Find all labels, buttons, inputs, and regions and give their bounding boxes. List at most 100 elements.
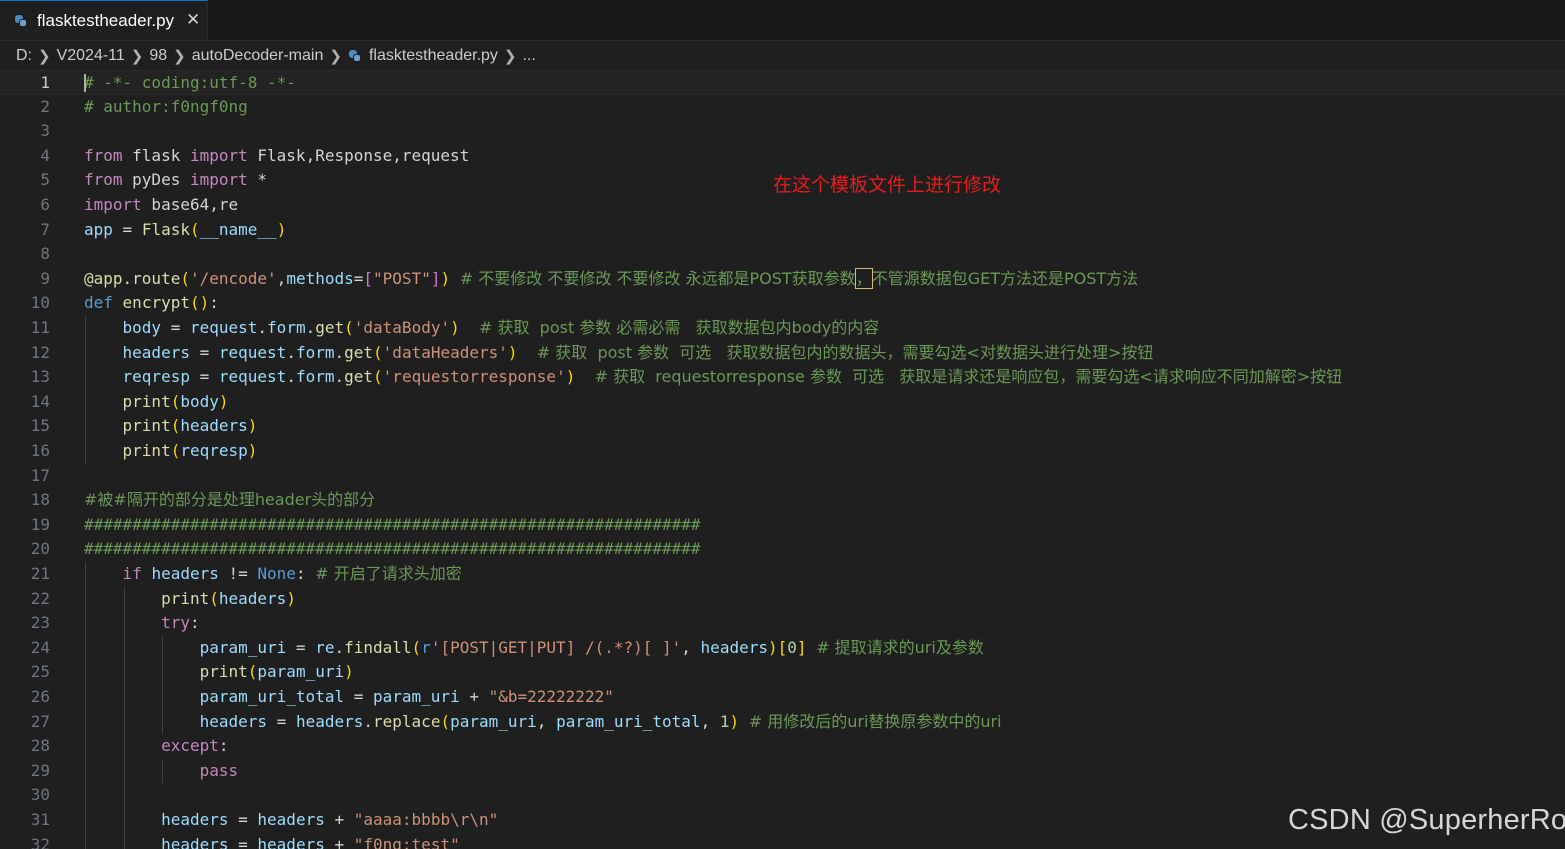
code-line[interactable]: 17 [0,464,1565,489]
code-line[interactable]: 21 if headers != None: # 开启了请求头加密 [0,562,1565,587]
code-token: ( [180,268,190,288]
code-token: : [209,293,219,313]
breadcrumb-item-drive[interactable]: D: [16,47,32,65]
breadcrumb-item-folder[interactable]: 98 [149,47,167,65]
code-token: from [84,145,123,165]
code-text: from flask import Flask,Response,request [84,144,469,169]
code-token: 不管源数据包GET方法还是POST方法 [871,268,1139,288]
code-line[interactable]: 25 print(param_uri) [0,660,1565,685]
code-line[interactable]: 27 headers = headers.replace(param_uri, … [0,709,1565,735]
code-line[interactable]: 19 ######################################… [0,513,1565,538]
code-token: 'dataHeaders' [382,342,508,362]
breadcrumb-item-symbol[interactable]: ... [522,47,535,65]
code-token: param_uri [450,711,537,731]
code-line[interactable]: 18 #被#隔开的部分是处理header头的部分 [0,488,1565,513]
code-token: get [344,342,374,362]
code-text: reqresp = request.form.get('requestorres… [84,365,1343,390]
code-line[interactable]: 12 headers = request.form.get('dataHeade… [0,340,1565,366]
code-token: [ [777,637,788,657]
line-number: 6 [40,195,50,214]
code-line[interactable]: 14 print(body) [0,389,1565,415]
code-line[interactable]: 29 pass [0,758,1565,784]
breadcrumb-item-folder[interactable]: V2024-11 [57,47,125,65]
line-number: 2 [40,96,50,116]
code-line[interactable]: 9 @app.route('/encode',methods=["POST"]) … [0,267,1565,292]
code-token: encrypt [122,293,190,313]
code-token: form [267,318,306,337]
code-line[interactable]: 24 param_uri = re.findall(r'[POST|GET|PU… [0,635,1565,661]
code-token: # -*- coding:utf-8 -*- [84,73,296,92]
python-file-icon [14,14,28,28]
line-number: 32 [30,834,50,849]
code-token: , [681,637,701,657]
code-text: headers = headers.replace(param_uri, par… [84,710,1002,735]
code-token: . [334,637,345,657]
code-text: # author:f0ngf0ng [84,95,248,120]
breadcrumb-item-folder[interactable]: autoDecoder-main [192,47,324,65]
code-line[interactable]: 11 body = request.form.get('dataBody') #… [0,316,1565,341]
code-token: flask [122,145,190,165]
code-token: #被#隔开的部分是处理header头的部分 [84,490,376,510]
code-token: = [344,687,373,706]
code-token: # 获取 requestorresponse 参数 可选 获取是请求还是响应包，… [594,367,1343,387]
code-text: if headers != None: # 开启了请求头加密 [84,562,462,587]
code-line[interactable]: 13 reqresp = request.form.get('requestor… [0,365,1565,390]
code-token: import [189,170,248,190]
code-token: ) [440,268,451,288]
code-token: r [421,637,431,657]
code-text: # -*- coding:utf-8 -*- [84,71,296,96]
code-line[interactable]: 4 from flask import Flask,Response,reques… [0,144,1565,169]
code-token: = [161,318,190,337]
code-text: from pyDes import * [84,168,267,193]
code-token: "POST" [373,268,431,288]
code-text: headers = request.form.get('dataHeaders'… [84,341,1154,366]
chevron-right-icon: ❯ [130,48,144,65]
code-line[interactable]: 22 print(headers) [0,586,1565,612]
code-token: param_uri [199,637,287,657]
code-line[interactable]: 26 param_uri_total = param_uri + "&b=222… [0,685,1565,710]
text-cursor [84,74,86,92]
line-number: 9 [40,268,50,288]
code-line[interactable]: 28 except: [0,734,1565,759]
code-token: . [363,711,374,731]
line-number: 7 [40,219,50,239]
code-line[interactable]: 1 # -*- coding:utf-8 -*- [0,70,1565,95]
code-token: = [189,367,219,387]
code-token: headers [161,834,229,849]
code-token: 0 [787,637,797,657]
code-line[interactable]: 3 [0,119,1565,144]
code-text: def encrypt(): [84,291,219,316]
line-number: 1 [40,73,50,92]
code-token: app [84,219,113,239]
code-token: import [84,195,142,214]
code-line[interactable]: 20 ######################################… [0,537,1565,562]
code-token: # 提取请求的uri及参数 [816,637,984,657]
code-token: # 用修改后的uri替换原参数中的uri [748,711,1002,731]
code-token: headers [700,637,768,657]
code-token: reqresp [180,441,248,460]
line-number: 31 [30,810,50,829]
editor-tab[interactable]: flasktestheader.py ✕ [0,0,208,40]
code-line[interactable]: 10 def encrypt(): [0,291,1565,316]
code-line[interactable]: 7 app = Flask(__name__) [0,218,1565,243]
code-line[interactable]: 23 try: [0,611,1565,636]
code-token: ( [170,391,181,411]
code-token: Flask [141,219,190,239]
code-line[interactable]: 16 print(reqresp) [0,439,1565,464]
code-token: except [161,736,219,756]
code-line[interactable]: 2 # author:f0ngf0ng [0,95,1565,120]
code-token: + [324,810,354,829]
code-token: . [334,342,345,362]
line-number: 4 [40,145,50,165]
code-token: import [189,145,248,165]
code-line[interactable]: 8 [0,242,1565,267]
code-token: '[POST|GET|PUT] /(.*?)[ ]' [430,637,682,657]
line-number: 14 [30,391,50,411]
code-line[interactable]: 15 print(headers) [0,414,1565,439]
breadcrumb-item-file[interactable]: flasktestheader.py [369,47,498,65]
close-icon[interactable]: ✕ [186,12,200,29]
